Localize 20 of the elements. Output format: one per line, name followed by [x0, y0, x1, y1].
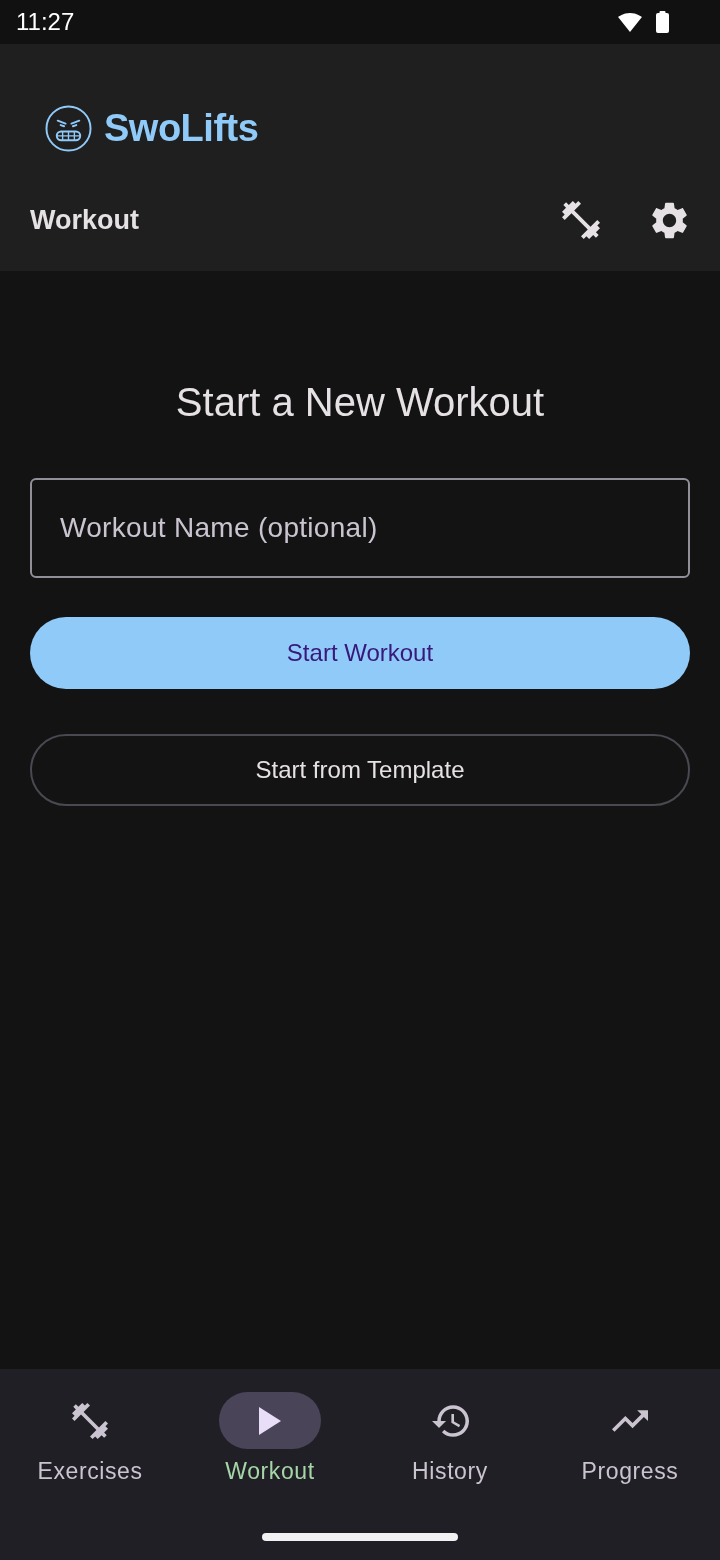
play-icon	[259, 1406, 281, 1435]
template-button[interactable]: Start from Template	[30, 734, 690, 806]
battery-icon	[656, 11, 669, 33]
workout-name-field[interactable]: Workout Name (optional)	[30, 478, 690, 578]
status-time: 11:27	[16, 8, 75, 36]
nav-tab[interactable]: Exercises	[0, 1392, 180, 1485]
page-heading: Start a New Workout	[175, 379, 545, 426]
start-workout-button[interactable]: Start Workout	[30, 617, 690, 689]
history-icon	[431, 1404, 469, 1437]
dumbbell-icon	[72, 1402, 108, 1439]
trending-up-icon	[612, 1409, 648, 1432]
nav-tab[interactable]: Progress	[540, 1392, 720, 1485]
settings-icon[interactable]	[652, 201, 687, 239]
angry-face-logo-icon	[45, 104, 92, 152]
app-brand-title: SwoLifts	[104, 106, 259, 150]
nav-tab[interactable]: Workout	[180, 1392, 360, 1485]
nav-tab[interactable]: History	[360, 1392, 540, 1485]
screen-title: Workout	[30, 204, 139, 236]
dumbbell-icon[interactable]	[562, 201, 600, 239]
wifi-icon	[618, 12, 642, 32]
